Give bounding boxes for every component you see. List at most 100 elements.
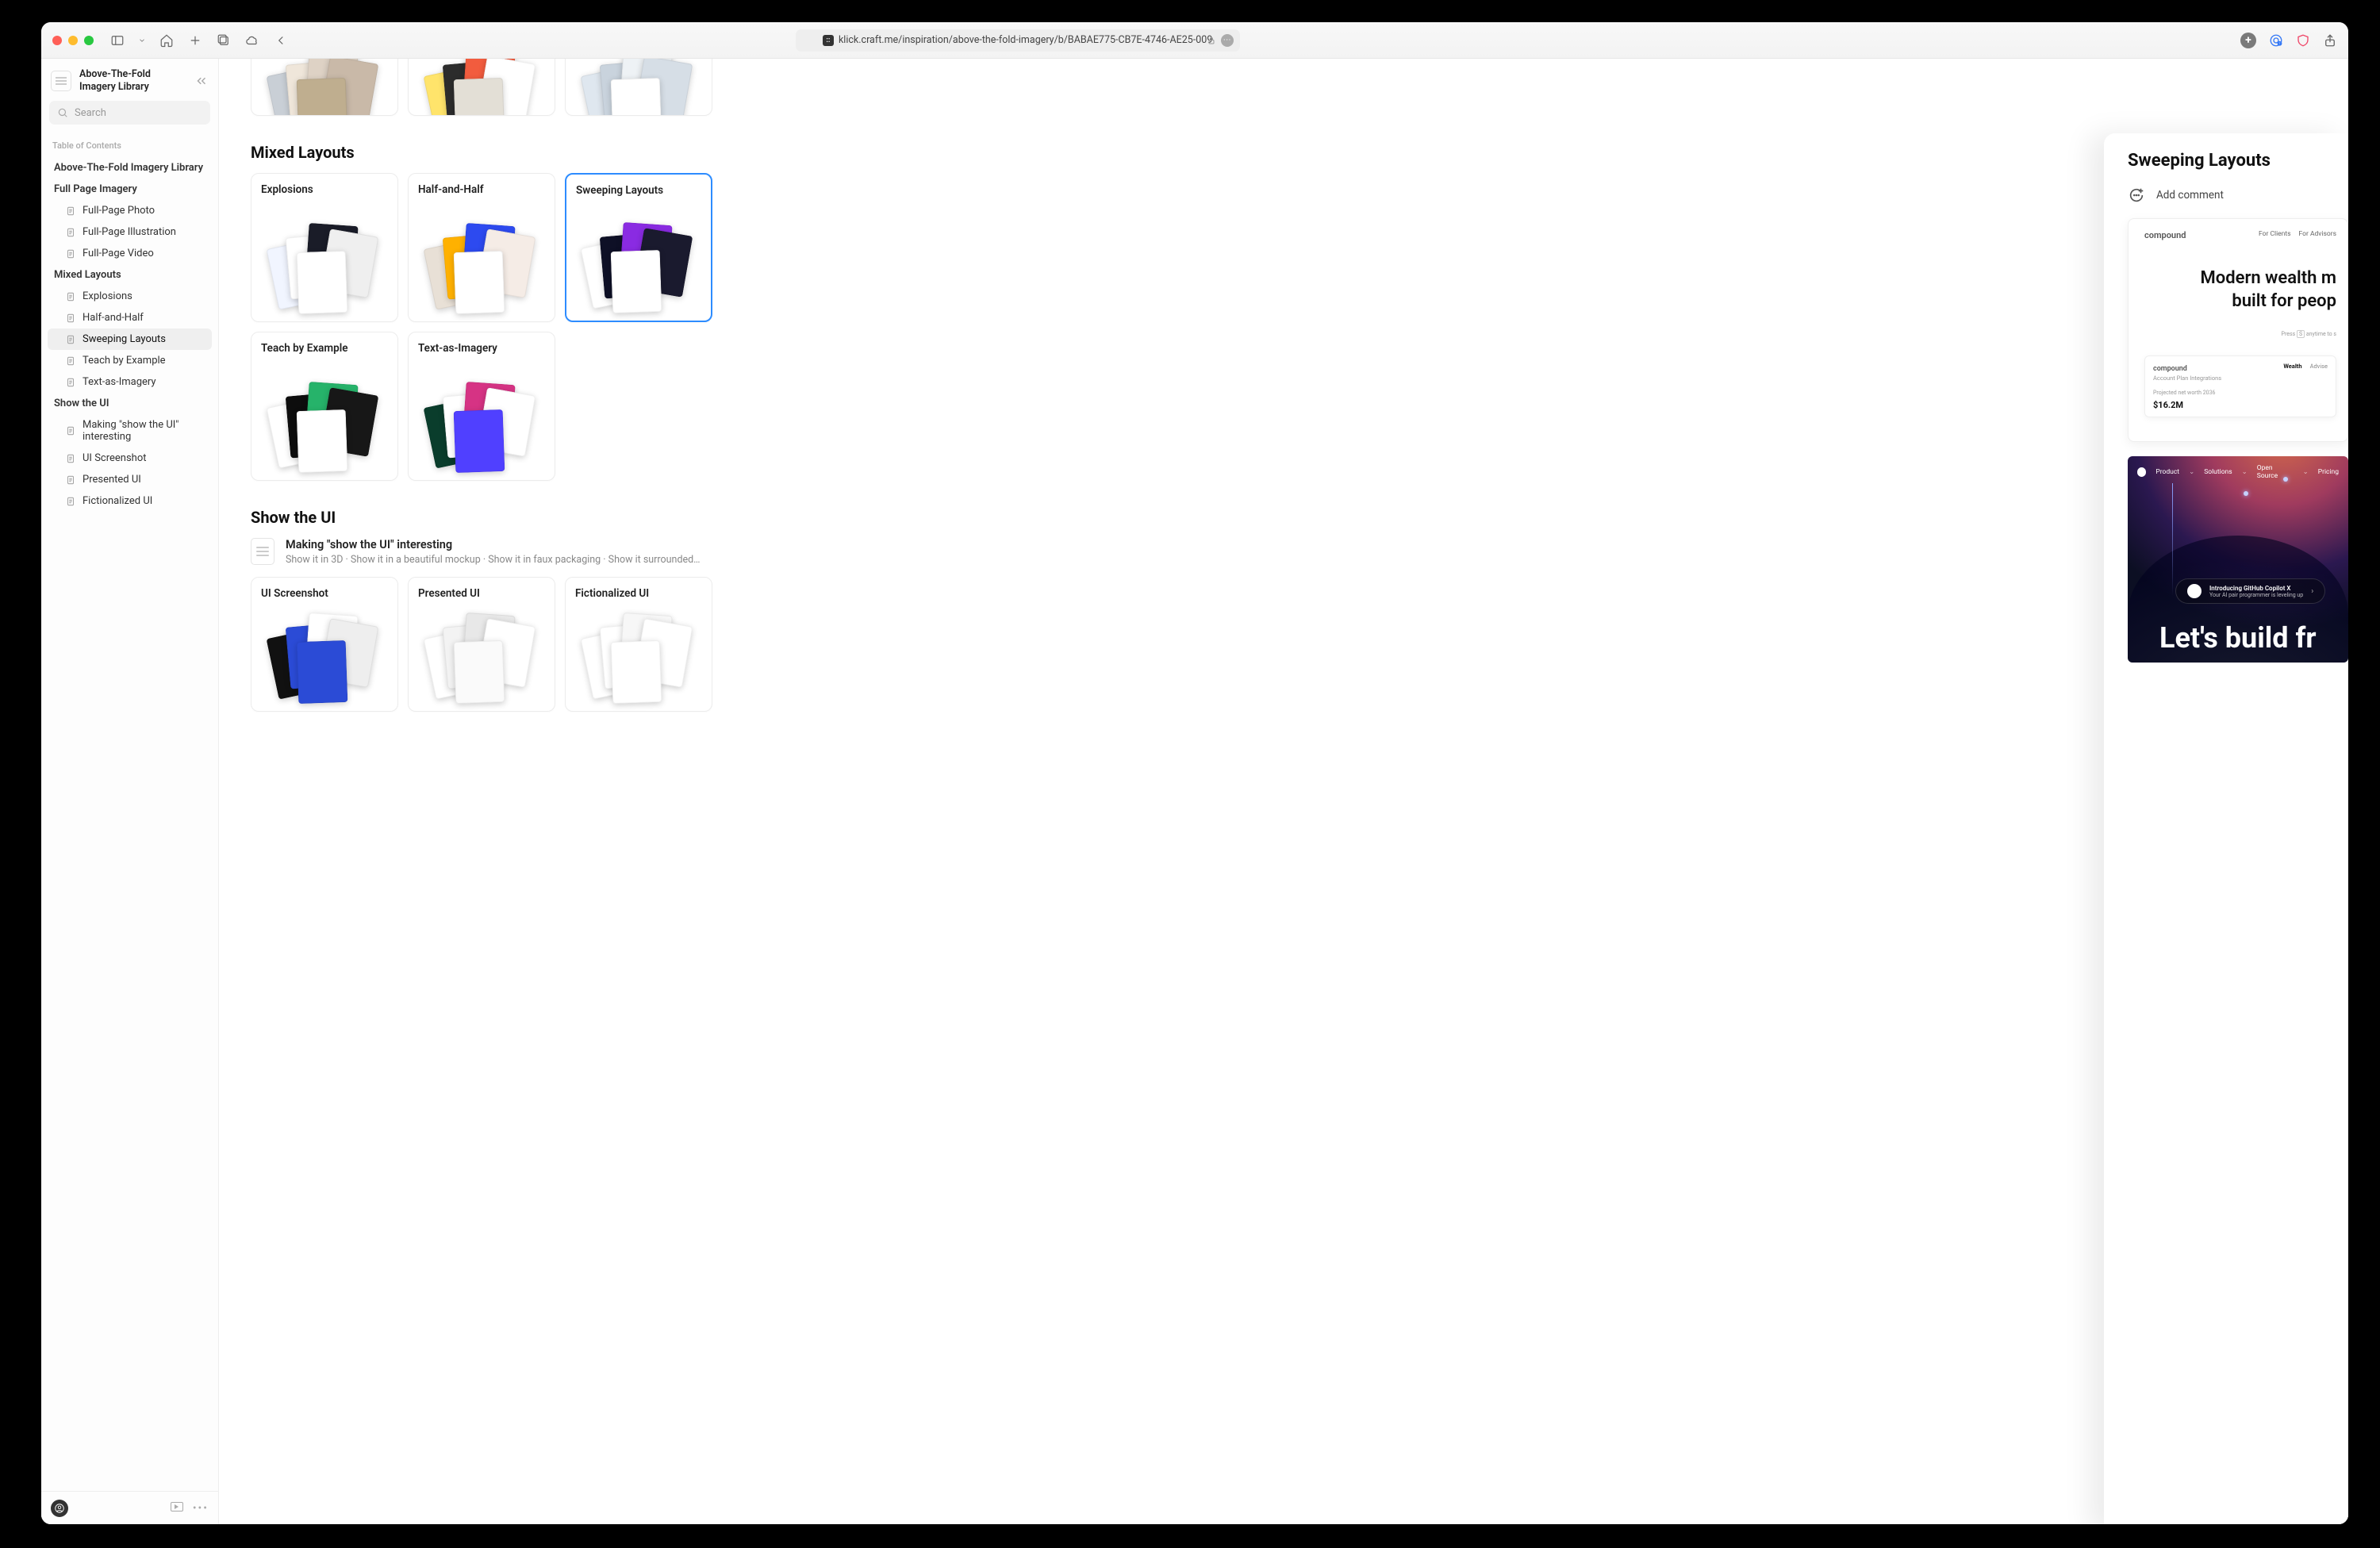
card-teach-by-example[interactable]: Teach by Example [251,332,398,481]
extensions-icon[interactable]: + [2240,33,2256,48]
close-window-button[interactable] [52,36,62,45]
card-presented-ui[interactable]: Presented UI [408,577,555,712]
thumbnail-chip [454,251,505,314]
fullscreen-window-button[interactable] [84,36,94,45]
sidebar-header: Above-The-Fold Imagery Library [41,59,218,101]
toc-item[interactable]: Full-Page Illustration [48,221,212,243]
timeline-dot [2244,491,2248,496]
gh-nav-item: Pricing [2318,468,2339,476]
more-menu-icon[interactable]: ••• [193,1502,209,1515]
toc-item[interactable]: UI Screenshot [48,447,212,469]
chevron-down-icon[interactable] [138,33,146,48]
sidebar-footer: ••• [41,1491,218,1524]
toc-item[interactable]: Teach by Example [48,350,212,371]
preview-dashboard: compound Wealth Advise Account Plan Inte… [2144,355,2336,417]
document-icon [51,71,71,91]
list-item[interactable]: Making "show the UI" interesting Show it… [251,538,727,566]
card-text-as-imagery[interactable]: Text-as-Imagery [408,332,555,481]
privacy-report-icon[interactable] [2269,33,2283,48]
section-heading-mixed: Mixed Layouts [251,143,727,162]
card-half-and-half[interactable]: Half-and-Half [408,173,555,322]
card-title: UI Screenshot [261,587,388,600]
url-text: klick.craft.me/inspiration/above-the-fol… [839,34,1212,46]
tab-overview-icon[interactable] [216,33,232,48]
home-icon[interactable] [159,33,175,48]
content-wrap: Mixed Layouts Explosions Half-and-Half S… [219,59,2348,1524]
present-icon[interactable] [171,1502,183,1512]
toc-item[interactable]: Fictionalized UI [48,490,212,512]
toc-item[interactable]: Mixed Layouts [48,264,212,286]
page-icon [65,313,76,324]
toc-item-label: Teach by Example [83,355,166,367]
card-ui-screenshot[interactable]: UI Screenshot [251,577,398,712]
toc-item-label: Making "show the UI" interesting [83,419,205,443]
address-bar[interactable]: :: klick.craft.me/inspiration/above-the-… [796,29,1240,52]
toc-item-label: Mixed Layouts [54,269,121,281]
thumbnail-chip [454,409,505,473]
cloud-tabs-icon[interactable] [244,33,260,48]
github-logo-icon [2137,467,2146,477]
thumbnail-chip [611,78,662,116]
toc-item[interactable]: Full-Page Video [48,243,212,264]
scroll-area[interactable]: Mixed Layouts Explosions Half-and-Half S… [219,59,2348,1524]
github-hero: Let's build fr [2159,621,2317,655]
toc-item[interactable]: Text-as-Imagery [48,371,212,393]
content-card[interactable] [565,59,712,116]
preview-github[interactable]: Product⌄ Solutions⌄ Open Source⌄ Pricing… [2128,456,2348,663]
user-avatar[interactable] [51,1500,68,1517]
preview-compound[interactable]: compound For Clients For Advisors Modern… [2128,218,2348,442]
tracker-shield-icon[interactable] [2296,33,2310,48]
back-button[interactable] [273,33,289,48]
toc-item[interactable]: Half-and-Half [48,307,212,328]
share-icon[interactable] [2323,33,2337,48]
new-tab-icon[interactable] [187,33,203,48]
toc-item[interactable]: Explosions [48,286,212,307]
page-icon [65,425,76,436]
add-comment-button[interactable]: Add comment [2128,186,2348,204]
page-icon [65,206,76,217]
preview-hint: Press S anytime to s [2144,330,2336,338]
card-row-show: UI Screenshot Presented UI Fictionalized… [251,577,727,712]
sidebar-toggle-icon[interactable] [109,33,125,48]
toc-item[interactable]: Above-The-Fold Imagery Library [48,157,212,179]
search-input[interactable]: Search [49,101,210,125]
content-card[interactable] [408,59,555,116]
toc-item[interactable]: Making "show the UI" interesting [48,414,212,447]
card-title: Half-and-Half [418,183,545,196]
content: Mixed Layouts Explosions Half-and-Half S… [219,59,758,775]
toc-item-label: Show the UI [54,398,109,409]
card-fictionalized-ui[interactable]: Fictionalized UI [565,577,712,712]
page-icon [65,227,76,238]
preview-brand: compound [2144,230,2186,240]
preview-hero: Modern wealth m built for peop [2144,267,2336,313]
toc-item[interactable]: Sweeping Layouts [48,328,212,350]
page-icon [65,355,76,367]
github-topnav: Product⌄ Solutions⌄ Open Source⌄ Pricing [2128,456,2348,488]
toc-item[interactable]: Presented UI [48,469,212,490]
card-title: Explosions [261,183,388,196]
toc-item-label: Explosions [83,290,132,302]
preview-metric-label: Projected net worth 2036 [2153,390,2328,396]
sidebar: Above-The-Fold Imagery Library Search Ta… [41,59,219,1524]
preview-dash-tab: Wealth [2283,363,2301,370]
page-icon [65,496,76,507]
card-explosions[interactable]: Explosions [251,173,398,322]
content-card[interactable] [251,59,398,116]
toc-item[interactable]: Full Page Imagery [48,179,212,200]
card-title: Sweeping Layouts [576,184,701,197]
table-of-contents: Table of Contents Above-The-Fold Imagery… [41,133,218,1491]
page-icon [65,291,76,302]
collapse-sidebar-icon[interactable] [194,74,209,88]
card-sweeping-layouts[interactable]: Sweeping Layouts [565,173,712,322]
toc-item[interactable]: Show the UI [48,393,212,414]
toc-item-label: Presented UI [83,474,141,486]
thumbnail-chip [297,640,348,704]
reader-mode-icon[interactable]: ⋯ [1221,34,1234,47]
toc-item-label: Sweeping Layouts [83,333,166,345]
preview-nav-item: For Advisors [2299,230,2336,240]
copilot-avatar-icon [2187,584,2202,598]
card-title: Text-as-Imagery [418,342,545,355]
thumbnail-chip [454,78,505,116]
minimize-window-button[interactable] [68,36,78,45]
toc-item[interactable]: Full-Page Photo [48,200,212,221]
